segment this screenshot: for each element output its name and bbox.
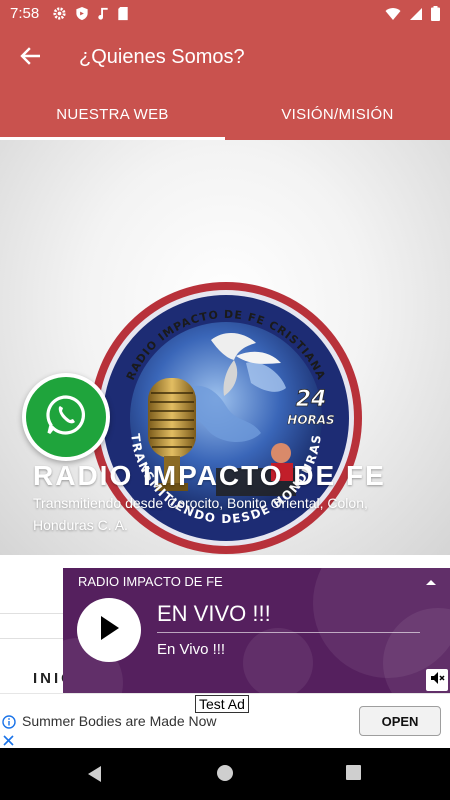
whatsapp-button[interactable] — [22, 373, 110, 461]
home-circle-icon — [216, 765, 234, 786]
play-button[interactable] — [77, 598, 141, 662]
player-live-subtitle: En Vivo !!! — [157, 641, 226, 658]
recents-square-icon — [345, 765, 362, 785]
system-nav-bar — [0, 748, 450, 800]
hero-title: RADIO IMPACTO DE FE — [33, 460, 386, 491]
player-divider — [157, 632, 420, 633]
tab-label: VISIÓN/MISIÓN — [281, 105, 394, 123]
hero-subtitle: Transmitiendo desde Corocito, Bonito Ori… — [33, 495, 368, 533]
music-note-icon — [97, 6, 109, 26]
collapse-player-button[interactable] — [424, 574, 438, 586]
back-button[interactable] — [14, 42, 46, 74]
info-icon[interactable] — [2, 715, 16, 734]
shield-icon — [75, 6, 89, 26]
svg-text:24: 24 — [296, 387, 327, 412]
tab-vision-mision[interactable]: VISIÓN/MISIÓN — [225, 88, 450, 140]
whatsapp-circle — [26, 377, 106, 457]
play-icon — [96, 613, 122, 648]
hero-banner: 24 HORAS RADIO IMPACTO DE FE CRISTIANA T… — [0, 140, 450, 555]
nav-recents-button[interactable] — [345, 764, 365, 784]
status-time: 7:58 — [10, 5, 40, 22]
radio-player: RADIO IMPACTO DE FE EN VIVO !!! En Vivo … — [63, 568, 450, 693]
page-title: ¿Quienes Somos? — [79, 46, 245, 68]
mute-button[interactable] — [426, 669, 448, 691]
tab-label: NUESTRA WEB — [56, 105, 169, 123]
svg-text:HORAS: HORAS — [287, 413, 334, 427]
signal-icon — [409, 7, 423, 26]
ad-open-button[interactable]: OPEN — [359, 706, 441, 736]
wifi-icon — [385, 7, 401, 26]
whatsapp-icon — [44, 393, 88, 442]
app-bar: ¿Quienes Somos? — [0, 28, 450, 88]
tab-nuestra-web[interactable]: NUESTRA WEB — [0, 88, 225, 140]
chevron-up-icon — [424, 574, 438, 591]
speaker-mute-icon — [429, 670, 445, 691]
ad-text: Summer Bodies are Made Now — [22, 713, 217, 729]
player-station: RADIO IMPACTO DE FE — [78, 574, 223, 589]
nav-home-button[interactable] — [216, 764, 236, 784]
player-live-title: EN VIVO !!! — [157, 601, 271, 626]
gear-icon — [52, 6, 67, 26]
test-ad-label: Test Ad — [195, 695, 249, 713]
nav-back-button[interactable] — [85, 764, 105, 784]
status-bar: 7:58 — [0, 0, 450, 28]
back-triangle-icon — [85, 766, 103, 788]
status-left-icons — [52, 6, 129, 26]
battery-icon — [431, 6, 440, 26]
status-right-icons — [385, 6, 440, 26]
sd-card-icon — [117, 6, 129, 26]
tab-bar: NUESTRA WEB VISIÓN/MISIÓN — [0, 88, 450, 140]
arrow-left-icon — [20, 46, 41, 70]
